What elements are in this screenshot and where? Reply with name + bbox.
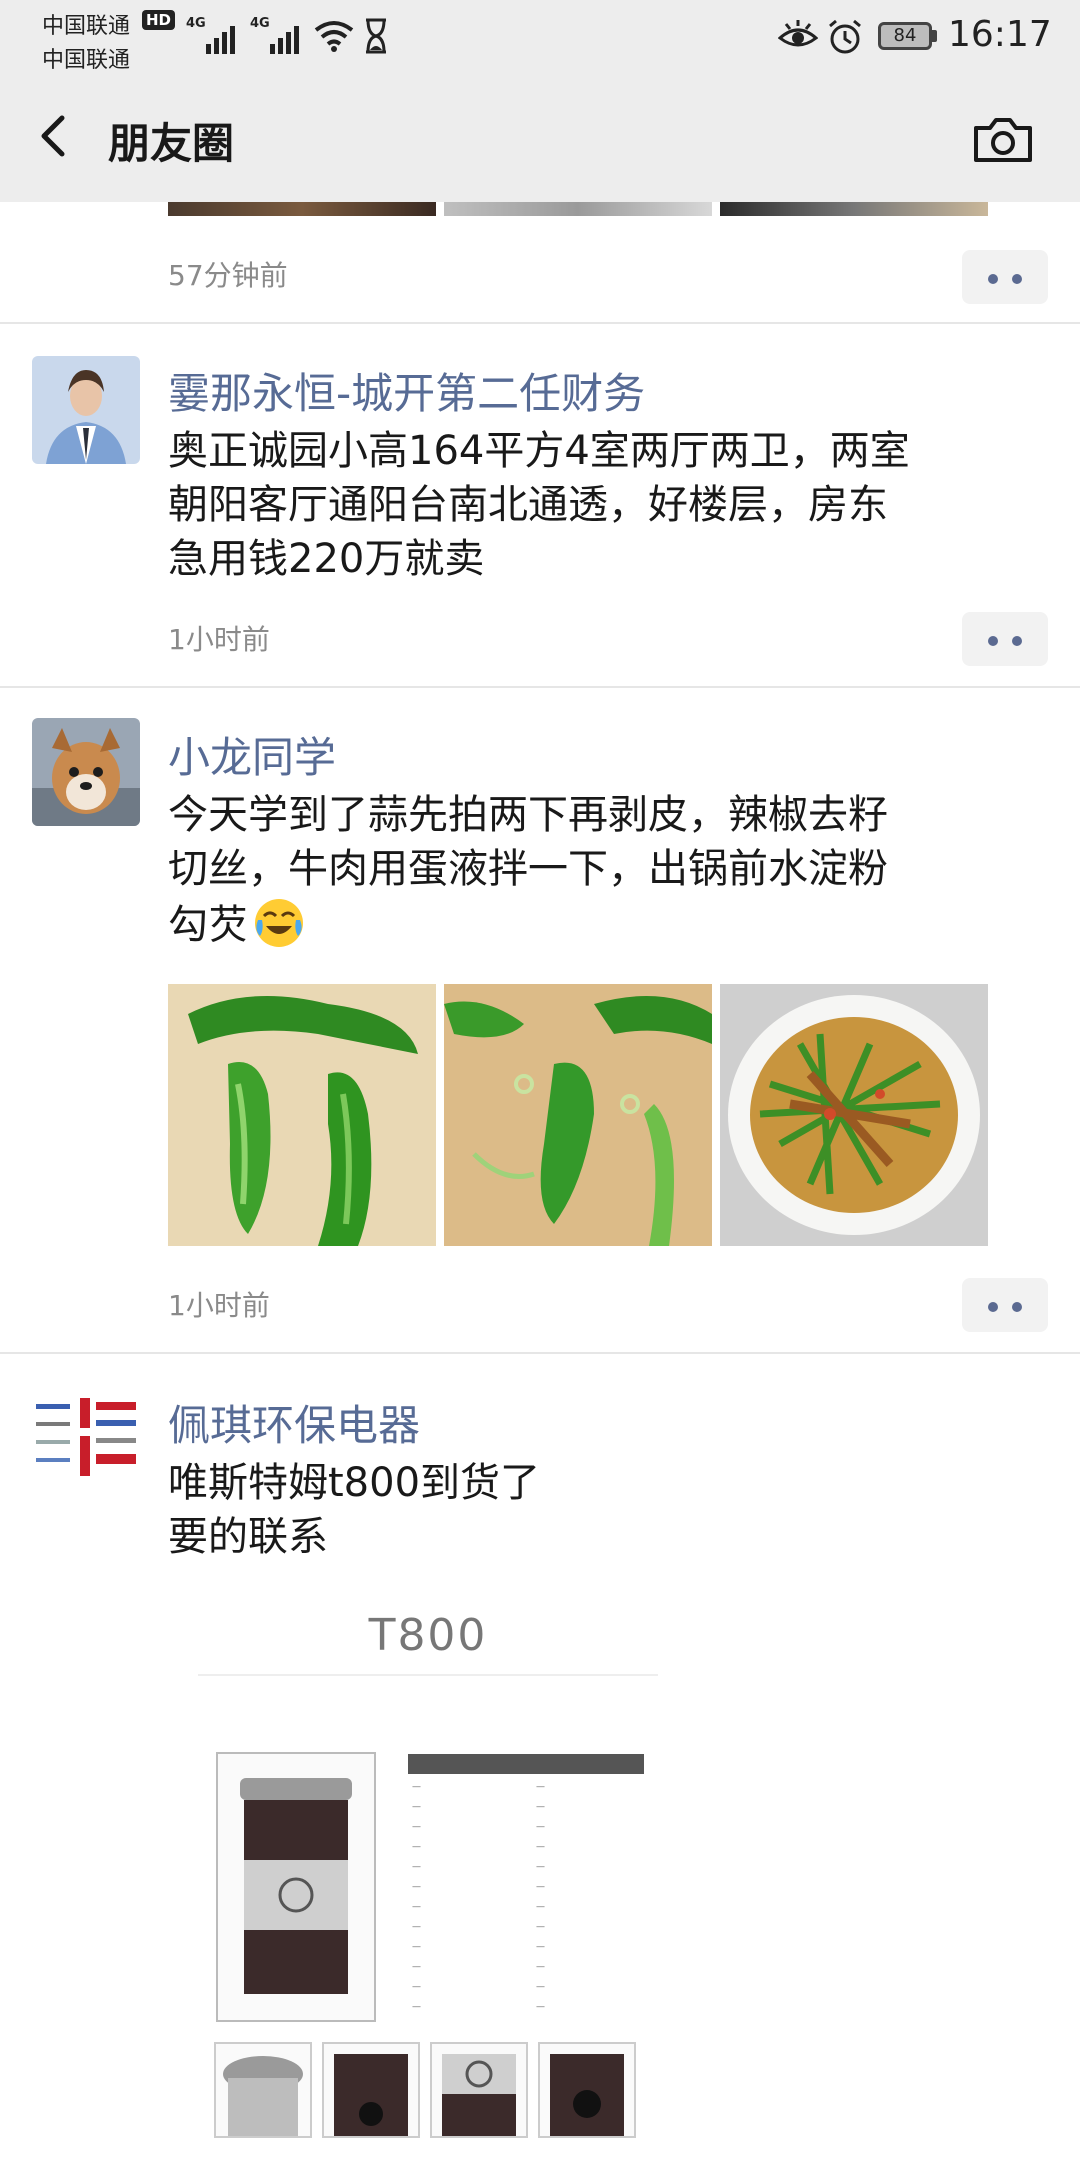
- avatar-image: [32, 356, 140, 464]
- post-2-more-button[interactable]: [962, 1278, 1048, 1332]
- spec-row: — —: [412, 1902, 545, 1912]
- signal-icon-1: 4G: [186, 14, 242, 54]
- eye-comfort-icon: [778, 20, 818, 47]
- post-1-avatar[interactable]: [32, 356, 140, 464]
- divider: [0, 1352, 1080, 1354]
- post-2-author[interactable]: 小龙同学: [168, 724, 336, 785]
- battery-level: 84: [893, 25, 917, 46]
- spec-row: — —: [412, 1982, 545, 1992]
- post-0-more-button[interactable]: [962, 250, 1048, 304]
- post-2-image-1[interactable]: [168, 984, 436, 1246]
- spec-row: — —: [412, 1842, 545, 1852]
- page-title: 朋友圈: [108, 119, 235, 168]
- nav-bar: 朋友圈: [0, 76, 1080, 202]
- moments-feed[interactable]: 57分钟前 霎那永恒-城开第二任财务 奥正诚园小高164平方4室两厅两卫，两室 …: [0, 202, 1080, 2160]
- sliced-pepper-photo: [444, 984, 712, 1246]
- post-1-author[interactable]: 霎那永恒-城开第二任财务: [168, 360, 645, 421]
- post-1-time: 1小时前: [168, 623, 270, 656]
- divider: [0, 322, 1080, 324]
- post-3-product-image[interactable]: T800 — — — — — — — — — — — — — — — — — — — — — — — —: [168, 1582, 688, 2160]
- wifi-icon: [314, 21, 354, 52]
- battery-icon: 84: [878, 22, 932, 50]
- signal-2-label: 4G: [250, 16, 270, 31]
- post-3-line-1: 唯斯特姆t800到货了: [168, 1460, 541, 1506]
- clock: 16:17: [948, 14, 1052, 55]
- post-1-more-button[interactable]: [962, 612, 1048, 666]
- carrier-label-2: 中国联通: [42, 48, 131, 73]
- post-1-line-2: 朝阳客厅通阳台南北通透，好楼层，房东: [168, 482, 888, 528]
- brand-logos-avatar: [32, 1388, 140, 1496]
- spec-row: — —: [412, 1942, 545, 1952]
- post-2-line-3: 勾芡: [168, 902, 248, 948]
- product-thumb-4: [538, 2042, 636, 2138]
- green-pepper-photo: [168, 984, 436, 1246]
- product-title: T800: [368, 1610, 488, 1661]
- post-3-line-2: 要的联系: [168, 1514, 328, 1560]
- product-thumb-3: [430, 2042, 528, 2138]
- post-2-time: 1小时前: [168, 1289, 270, 1322]
- spec-row: — —: [412, 1822, 545, 1832]
- spec-row: — —: [412, 1862, 545, 1872]
- avatar-image: [32, 718, 140, 826]
- spec-row: — —: [412, 1922, 545, 1932]
- product-main-photo: [216, 1752, 376, 2022]
- camera-icon[interactable]: [970, 110, 1036, 170]
- stir-fry-dish-photo: [720, 984, 988, 1246]
- post-3-avatar[interactable]: [32, 1388, 140, 1496]
- post-0-time: 57分钟前: [168, 259, 288, 292]
- carrier-label-1: 中国联通: [42, 14, 131, 39]
- post-3-text: 唯斯特姆t800到货了 要的联系: [168, 1456, 1018, 1564]
- spec-row: — —: [412, 1802, 545, 1812]
- spec-row: — —: [412, 2002, 545, 2012]
- hourglass-icon: [366, 18, 386, 54]
- post-0-images-tail: [168, 202, 988, 218]
- product-thumb-1: [214, 2042, 312, 2138]
- status-bar: 中国联通 中国联通 HD 4G 4G 84 16:17: [0, 0, 1080, 76]
- post-2-line-2: 切丝，牛肉用蛋液拌一下，出锅前水淀粉: [168, 846, 888, 892]
- post-2-image-3[interactable]: [720, 984, 988, 1246]
- post-1-line-3: 急用钱220万就卖: [168, 536, 485, 582]
- post-0-image-3[interactable]: [720, 202, 988, 216]
- divider: [0, 686, 1080, 688]
- battery-tip: [932, 30, 937, 42]
- post-3-author[interactable]: 佩琪环保电器: [168, 1392, 420, 1453]
- post-2-line-1: 今天学到了蒜先拍两下再剥皮，辣椒去籽: [168, 792, 888, 838]
- signal-1-label: 4G: [186, 16, 206, 31]
- product-thumb-2: [322, 2042, 420, 2138]
- post-0-image-1[interactable]: [168, 202, 436, 216]
- spec-table-header: [408, 1754, 644, 1774]
- post-0-image-2[interactable]: [444, 202, 712, 216]
- food-disposer-illustration: [240, 1778, 352, 1994]
- back-arrow-icon[interactable]: [30, 106, 80, 166]
- hd-badge: HD: [142, 10, 176, 30]
- spec-row: — —: [412, 1782, 545, 1792]
- post-2-avatar[interactable]: [32, 718, 140, 826]
- post-2-image-2[interactable]: [444, 984, 712, 1246]
- product-divider: [198, 1674, 658, 1676]
- post-1-text: 奥正诚园小高164平方4室两厅两卫，两室 朝阳客厅通阳台南北通透，好楼层，房东 …: [168, 424, 1018, 586]
- spec-row: — —: [412, 1882, 545, 1892]
- spec-row: — —: [412, 1962, 545, 1972]
- post-1-line-1: 奥正诚园小高164平方4室两厅两卫，两室: [168, 428, 910, 474]
- alarm-icon: [829, 19, 861, 54]
- post-2-text: 今天学到了蒜先拍两下再剥皮，辣椒去籽 切丝，牛肉用蛋液拌一下，出锅前水淀粉 勾芡: [168, 788, 1018, 952]
- crying-laughing-emoji-icon: [255, 899, 303, 947]
- post-2-line-3-wrap: 勾芡: [168, 896, 1018, 952]
- signal-icon-2: 4G: [250, 14, 306, 54]
